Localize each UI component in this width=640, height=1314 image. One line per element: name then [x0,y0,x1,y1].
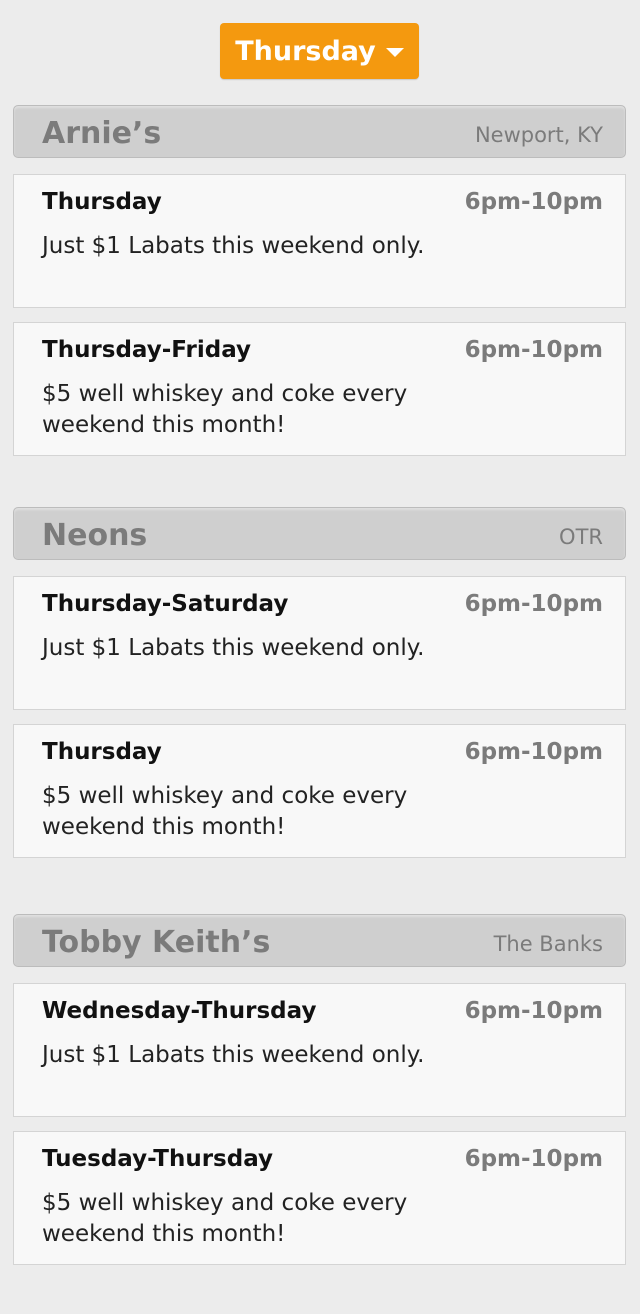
special-days: Thursday-Saturday [42,591,289,617]
special-card[interactable]: Thursday 6pm-10pm $5 well whiskey and co… [13,724,626,858]
special-description: Just $1 Labats this weekend only. [42,233,425,259]
special-time: 6pm-10pm [464,337,603,363]
venue-name: Neons [42,518,148,553]
special-card[interactable]: Thursday-Saturday 6pm-10pm Just $1 Labat… [13,576,626,710]
special-days: Wednesday-Thursday [42,998,317,1024]
venue-name: Arnie’s [42,116,162,151]
special-card[interactable]: Tuesday-Thursday 6pm-10pm $5 well whiske… [13,1131,626,1265]
special-time: 6pm-10pm [464,189,603,215]
day-filter-label: Thursday [235,35,376,67]
special-description: $5 well whiskey and coke every weekend t… [42,381,408,438]
special-card[interactable]: Wednesday-Thursday 6pm-10pm Just $1 Laba… [13,983,626,1117]
caret-down-icon [385,48,404,57]
special-days: Thursday-Friday [42,337,252,363]
special-description: $5 well whiskey and coke every weekend t… [42,783,408,840]
venue-header-neons[interactable]: Neons OTR [13,507,626,560]
special-card[interactable]: Thursday 6pm-10pm Just $1 Labats this we… [13,174,626,308]
special-description: Just $1 Labats this weekend only. [42,635,425,661]
special-card[interactable]: Thursday-Friday 6pm-10pm $5 well whiskey… [13,322,626,456]
venue-location: The Banks [493,932,603,956]
special-days: Thursday [42,739,162,765]
venue-header-tobby-keiths[interactable]: Tobby Keith’s The Banks [13,914,626,967]
special-time: 6pm-10pm [464,739,603,765]
special-description: $5 well whiskey and coke every weekend t… [42,1190,408,1247]
venue-header-arnies[interactable]: Arnie’s Newport, KY [13,105,626,158]
special-description: Just $1 Labats this weekend only. [42,1042,425,1068]
venue-name: Tobby Keith’s [42,925,271,960]
special-time: 6pm-10pm [464,1146,603,1172]
special-time: 6pm-10pm [464,591,603,617]
day-filter-dropdown[interactable]: Thursday [220,23,419,79]
special-time: 6pm-10pm [464,998,603,1024]
special-days: Thursday [42,189,162,215]
venue-location: Newport, KY [474,123,603,147]
special-days: Tuesday-Thursday [42,1146,273,1172]
venue-location: OTR [559,525,603,549]
